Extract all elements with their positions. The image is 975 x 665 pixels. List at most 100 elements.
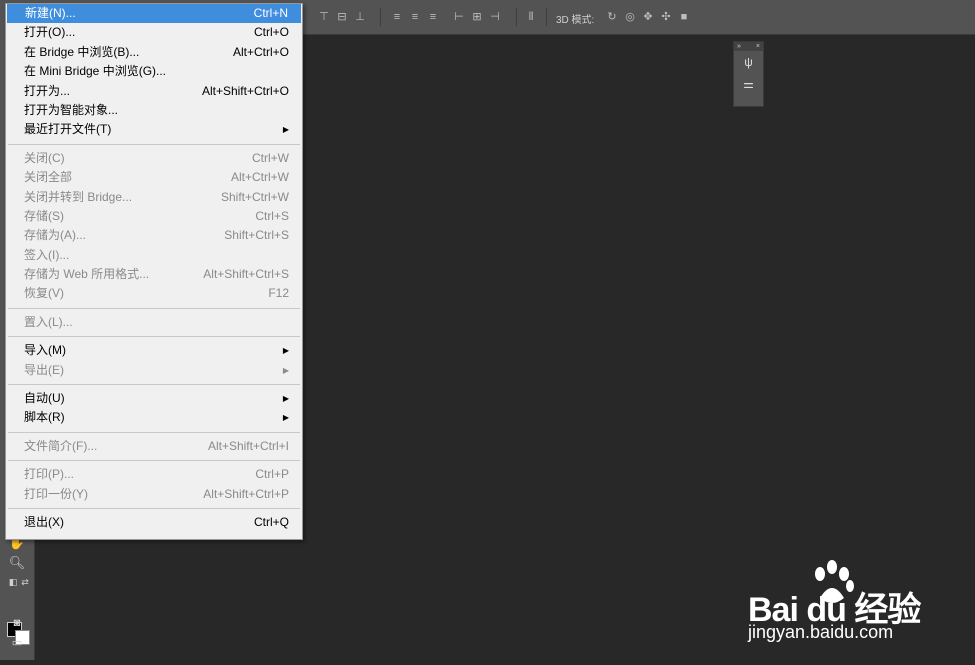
menu-item-automate[interactable]: 自动(U) ▶	[6, 389, 302, 408]
menu-separator	[8, 507, 300, 509]
menu-item-close-all[interactable]: 关闭全部 Alt+Ctrl+W	[6, 168, 302, 187]
submenu-arrow-icon: ▶	[282, 394, 289, 404]
menu-item-shortcut: Shift+Ctrl+W	[220, 189, 289, 204]
swap-colors-icon[interactable]: ⇄	[16, 573, 34, 591]
menu-item-revert[interactable]: 恢复(V) F12	[6, 284, 302, 303]
menu-item-check-in[interactable]: 签入(I)...	[6, 246, 302, 265]
menu-item-label: 在 Mini Bridge 中浏览(G)...	[24, 64, 167, 79]
menu-item-label: 关闭(C)	[24, 150, 65, 165]
3d-mode-group: ↻ ◎ ✥ ✣ ■	[605, 10, 691, 24]
submenu-arrow-icon: ▶	[282, 346, 289, 356]
menu-item-open[interactable]: 打开(O)... Ctrl+O	[6, 23, 302, 42]
3d-roll-icon[interactable]: ◎	[623, 10, 637, 24]
menu-separator	[8, 431, 300, 433]
menu-item-save-as[interactable]: 存储为(A)... Shift+Ctrl+S	[6, 226, 302, 245]
menu-item-shortcut: Alt+Ctrl+W	[230, 170, 289, 185]
3d-pan-icon[interactable]: ✥	[641, 10, 655, 24]
menu-item-label: 打印一份(Y)	[24, 486, 88, 501]
3d-slide-icon[interactable]: ✣	[659, 10, 673, 24]
menu-item-label: 导入(M)	[24, 343, 66, 358]
panel-header: » ×	[734, 42, 763, 51]
menu-item-place[interactable]: 置入(L)...	[6, 313, 302, 332]
menu-item-import[interactable]: 导入(M) ▶	[6, 341, 302, 360]
menu-item-shortcut: F12	[268, 286, 289, 301]
menu-item-label: 新建(N)...	[25, 6, 76, 20]
menu-item-shortcut: Alt+Shift+Ctrl+P	[203, 486, 289, 501]
file-menu-dropdown: 新建(N)... Ctrl+N 打开(O)... Ctrl+O 在 Bridge…	[5, 3, 303, 540]
menu-item-label: 最近打开文件(T)	[24, 122, 112, 137]
align-horizontal-centers-icon[interactable]: ⊞	[470, 10, 484, 24]
align-left-edges-icon[interactable]: ⊢	[452, 10, 466, 24]
menu-item-open-as-smart-object[interactable]: 打开为智能对象...	[6, 101, 302, 120]
menu-item-open-as[interactable]: 打开为... Alt+Shift+Ctrl+O	[6, 82, 302, 101]
menu-item-new[interactable]: 新建(N)... Ctrl+N	[7, 4, 301, 24]
menu-item-browse-in-bridge[interactable]: 在 Bridge 中浏览(B)... Alt+Ctrl+O	[6, 43, 302, 62]
expand-panels-icon[interactable]: »	[737, 42, 741, 51]
align-bottom-edges-icon[interactable]: ⊥	[353, 10, 367, 24]
adjustments-sliders-icon[interactable]: ⚌	[734, 73, 763, 95]
3d-mode-label: 3D 模式:	[556, 15, 595, 26]
menu-item-export[interactable]: 导出(E) ▶	[6, 361, 302, 380]
menu-item-shortcut: Ctrl+W	[252, 150, 289, 165]
quick-mask-icon[interactable]: ◙	[8, 614, 26, 632]
menu-item-close[interactable]: 关闭(C) Ctrl+W	[6, 149, 302, 168]
menu-separator	[8, 143, 300, 145]
menu-item-shortcut: Shift+Ctrl+S	[224, 228, 289, 243]
submenu-arrow-icon: ▶	[282, 365, 289, 375]
toolbar-divider	[516, 8, 517, 26]
menu-separator	[8, 384, 300, 386]
menu-item-label: 导出(E)	[24, 362, 64, 377]
toolbar-divider	[380, 8, 381, 26]
menu-item-scripts[interactable]: 脚本(R) ▶	[6, 408, 302, 427]
menu-item-open-recent[interactable]: 最近打开文件(T) ▶	[6, 120, 302, 139]
submenu-arrow-icon: ▶	[282, 125, 289, 135]
menu-item-shortcut: Ctrl+N	[253, 6, 288, 20]
menu-item-shortcut: Ctrl+Q	[253, 514, 289, 529]
auto-align-layers-icon[interactable]: ⫴	[524, 10, 538, 24]
menu-item-file-info[interactable]: 文件简介(F)... Alt+Shift+Ctrl+I	[6, 437, 302, 456]
submenu-arrow-icon: ▶	[282, 413, 289, 423]
align-right-edges-icon[interactable]: ⊣	[488, 10, 502, 24]
menu-item-label: 打印(P)...	[24, 467, 74, 482]
menu-item-shortcut: Alt+Shift+Ctrl+S	[203, 267, 289, 282]
watermark-url: jingyan.baidu.com	[748, 622, 894, 642]
menu-item-print-one-copy[interactable]: 打印一份(Y) Alt+Shift+Ctrl+P	[6, 485, 302, 504]
3d-orbit-icon[interactable]: ↻	[605, 10, 619, 24]
align-top-edges-icon[interactable]: ⊤	[317, 10, 331, 24]
screen-mode-icon[interactable]: ▭	[8, 634, 26, 652]
menu-item-save-for-web[interactable]: 存储为 Web 所用格式... Alt+Shift+Ctrl+S	[6, 265, 302, 284]
menu-separator	[8, 336, 300, 338]
menu-item-save[interactable]: 存储(S) Ctrl+S	[6, 207, 302, 226]
baidu-jingyan-watermark: Bai du 经验 jingyan.baidu.com	[748, 560, 948, 650]
menu-item-print[interactable]: 打印(P)... Ctrl+P	[6, 465, 302, 484]
distribute-bottom-icon[interactable]: ≡	[426, 10, 440, 24]
menu-item-label: 签入(I)...	[24, 247, 70, 262]
menu-item-shortcut: Ctrl+P	[255, 467, 289, 482]
menu-item-close-and-go-to-bridge[interactable]: 关闭并转到 Bridge... Shift+Ctrl+W	[6, 188, 302, 207]
close-panel-icon[interactable]: ×	[756, 42, 760, 51]
3d-camera-icon[interactable]: ■	[677, 10, 691, 24]
align-group-2: ⊢ ⊞ ⊣	[452, 10, 502, 24]
menu-item-label: 存储(S)	[24, 208, 64, 223]
menu-item-label: 自动(U)	[24, 391, 65, 406]
menu-item-label: 在 Bridge 中浏览(B)...	[24, 44, 140, 59]
zoom-tool-icon[interactable]: 🔍︎	[8, 554, 26, 572]
brush-presets-icon[interactable]: ψ	[734, 51, 763, 73]
menu-item-shortcut: Alt+Ctrl+O	[232, 44, 289, 59]
menu-item-label: 存储为(A)...	[24, 228, 86, 243]
menu-item-shortcut: Ctrl+O	[253, 25, 289, 40]
menu-item-label: 脚本(R)	[24, 410, 65, 425]
menu-item-label: 恢复(V)	[24, 286, 64, 301]
distribute-vcenter-icon[interactable]: ≡	[408, 10, 422, 24]
distribute-group: ≡ ≡ ≡	[390, 10, 440, 24]
align-vertical-centers-icon[interactable]: ⊟	[335, 10, 349, 24]
menu-item-shortcut: Ctrl+S	[255, 208, 289, 223]
menu-item-label: 打开为智能对象...	[24, 102, 119, 117]
distribute-top-icon[interactable]: ≡	[390, 10, 404, 24]
menu-separator	[8, 460, 300, 462]
menu-item-label: 关闭全部	[24, 170, 73, 185]
menu-item-exit[interactable]: 退出(X) Ctrl+Q	[6, 513, 302, 532]
menu-item-browse-in-mini-bridge[interactable]: 在 Mini Bridge 中浏览(G)...	[6, 62, 302, 81]
auto-align-group: ⫴	[524, 10, 538, 24]
menu-item-shortcut: Alt+Shift+Ctrl+I	[207, 438, 289, 453]
